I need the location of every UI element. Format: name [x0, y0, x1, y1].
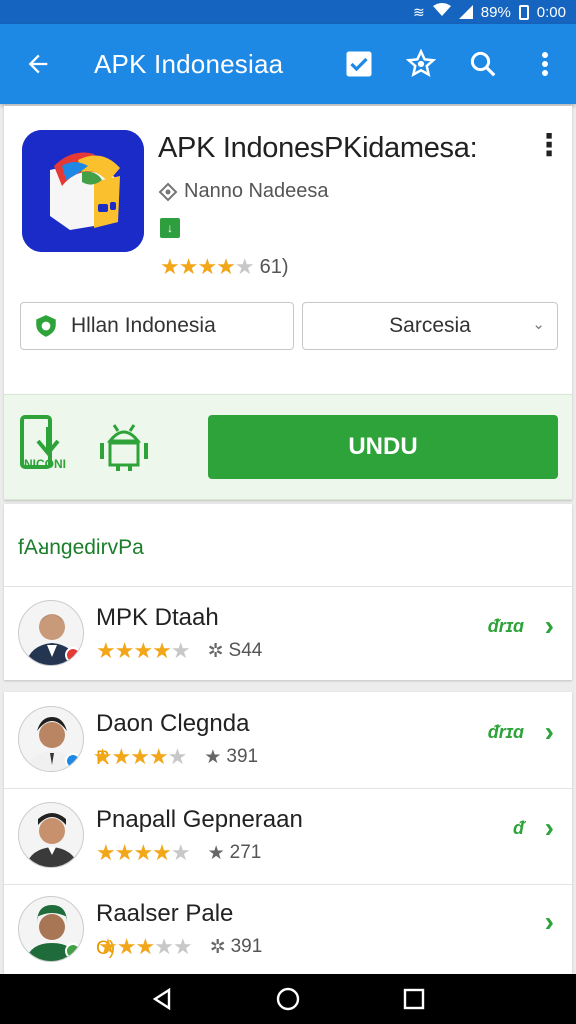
- install-icon-caption: NICONI: [24, 457, 66, 471]
- app-bar-title: APK Indonesiaa: [94, 48, 284, 79]
- developer-name: Nanno Nadeesa: [184, 180, 329, 202]
- review-tag: ᵭrɪɑ: [487, 616, 524, 636]
- content-rating-badge: ↓: [160, 218, 180, 238]
- recents-square-icon[interactable]: [403, 988, 425, 1010]
- clock: 0:00: [536, 3, 566, 21]
- home-circle-icon[interactable]: [275, 986, 301, 1012]
- reviewer-name: MPK Dtaah: [96, 604, 219, 631]
- region-label: Hllan Indonesia: [71, 314, 216, 337]
- star-icon: ★: [207, 842, 225, 864]
- back-triangle-icon[interactable]: [151, 987, 173, 1011]
- android-icon[interactable]: [96, 417, 152, 473]
- review-row[interactable]: Daon Clegnda R★★★★★ ★ 391 ᵭrɪɑ ›: [4, 692, 572, 788]
- arrow-left-icon: [28, 54, 48, 74]
- checkbox-icon: [346, 51, 372, 77]
- review-row[interactable]: Pnapall Gepneraan ★★★★★ ★ 271 ᵭ ›: [4, 788, 572, 884]
- sparkle-icon: ✲: [209, 936, 226, 958]
- reviewer-name: Pnapall Gepneraan: [96, 806, 303, 833]
- review-tag: ᵭrɪɑ: [487, 722, 524, 742]
- signal-icon: [458, 5, 473, 19]
- overflow-menu-button[interactable]: [514, 24, 576, 104]
- reviews-card: fAᴚngedirvPa MPK Dtaah ★★★★★ ✲ S44 ᵭrɪɑ ›: [4, 504, 572, 680]
- avatar: [18, 802, 84, 868]
- chevron-right-icon[interactable]: ›: [545, 906, 554, 938]
- download-button[interactable]: UNDU: [208, 415, 558, 479]
- star-badge-icon: [406, 49, 436, 77]
- more-vert-icon: [542, 52, 548, 76]
- review-row[interactable]: Raalser Pale C)★★★★★ ✲ 391 ›: [4, 882, 572, 978]
- avatar: [18, 600, 84, 666]
- battery-icon: [518, 4, 529, 20]
- review-count: S44: [228, 640, 263, 661]
- category-label: Sarcesia: [389, 314, 471, 337]
- app-rating-stars: ★★★★★: [160, 254, 255, 279]
- avatar: [18, 706, 84, 772]
- developer-icon: [158, 182, 178, 201]
- review-count: 391: [230, 936, 263, 957]
- badge-dot: [65, 753, 81, 769]
- battery-percent: 89%: [480, 3, 511, 21]
- reviewer-rating: R★★★★★ ★ 391: [92, 744, 259, 769]
- wifi-icon: [432, 3, 451, 21]
- region-button[interactable]: Hllan Indonesia: [20, 302, 294, 350]
- section-title: fAᴚngedirvPa: [18, 536, 144, 559]
- review-count: 271: [229, 842, 262, 863]
- back-button[interactable]: [0, 24, 76, 104]
- chevron-right-icon[interactable]: ›: [545, 610, 554, 642]
- developer-row[interactable]: Nanno Nadeesa: [158, 180, 329, 203]
- app-rating-count: 61): [259, 255, 289, 278]
- reviewer-name: Daon Clegnda: [96, 710, 250, 737]
- reviewer-name: Raalser Pale: [96, 900, 234, 927]
- review-count: 391: [226, 746, 259, 767]
- more-options-button[interactable]: ⋮: [534, 128, 564, 163]
- badge-dot: [65, 647, 81, 663]
- status-bar: ≋ 89% 0:00: [0, 0, 576, 24]
- vibrate-icon: ≋: [413, 3, 425, 20]
- sparkle-icon: ✲: [207, 640, 224, 662]
- badge-dot: [65, 943, 81, 959]
- search-icon: [470, 51, 496, 77]
- chevron-down-icon: ⌄: [532, 316, 545, 333]
- download-section: NICONI UNDU: [4, 394, 572, 500]
- category-dropdown[interactable]: Sarcesia ⌄: [302, 302, 558, 350]
- favorite-button[interactable]: [390, 24, 452, 104]
- reviewer-rating: C)★★★★★ ✲ 391: [96, 934, 263, 959]
- review-tag: ᵭ: [513, 818, 524, 838]
- system-nav-bar: [0, 974, 576, 1024]
- reviewer-rating: ★★★★★ ✲ S44: [96, 638, 263, 663]
- select-button[interactable]: [328, 24, 390, 104]
- review-row[interactable]: MPK Dtaah ★★★★★ ✲ S44 ᵭrɪɑ ›: [4, 586, 572, 682]
- reviews-card-2: Daon Clegnda R★★★★★ ★ 391 ᵭrɪɑ › Pnapall …: [4, 692, 572, 974]
- chevron-right-icon[interactable]: ›: [545, 716, 554, 748]
- app-rating: ★★★★★ 61): [160, 254, 289, 280]
- install-icon[interactable]: NICONI: [18, 413, 82, 477]
- app-icon: [22, 130, 144, 252]
- app-bar: APK Indonesiaa: [0, 24, 576, 104]
- avatar: [18, 896, 84, 962]
- app-header-card: APK IndonesPKidamesa: ⋮ Nanno Nadeesa ↓ …: [4, 106, 572, 394]
- search-button[interactable]: [452, 24, 514, 104]
- app-name: APK IndonesPKidamesa:: [158, 132, 478, 164]
- star-icon: ★: [204, 746, 222, 768]
- shield-icon: [36, 315, 56, 337]
- chevron-right-icon[interactable]: ›: [545, 812, 554, 844]
- reviewer-rating: ★★★★★ ★ 271: [96, 840, 262, 865]
